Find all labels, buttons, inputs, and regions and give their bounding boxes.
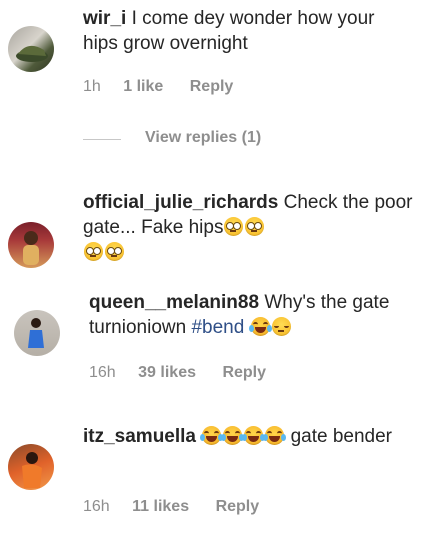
comment-body: official_julie_richards Check the poor g… — [83, 190, 413, 265]
avatar[interactable] — [14, 310, 60, 356]
laughing-tears-emoji-icon — [248, 317, 272, 336]
laughing-tears-emoji-icon — [221, 426, 245, 445]
timestamp: 16h — [89, 364, 116, 381]
laughing-tears-emoji-icon — [263, 426, 287, 445]
woman-image-icon — [23, 231, 39, 265]
comment-body: itz_samuella gate bender — [83, 424, 413, 449]
pensive-emoji-icon — [271, 317, 291, 336]
avatar[interactable] — [8, 26, 54, 72]
shoe-image-icon — [16, 45, 48, 62]
comment-text: gate bender — [290, 426, 392, 447]
comment-text: I come dey wonder how your hips grow ove… — [83, 8, 375, 54]
replies-divider — [83, 139, 121, 140]
comment-meta: 1h 1 like Reply — [83, 78, 233, 96]
blue-dress-image-icon — [28, 318, 44, 348]
likes-count[interactable]: 1 like — [123, 78, 163, 96]
eye-roll-emoji-icon — [224, 217, 244, 236]
timestamp: 1h — [83, 78, 101, 95]
comment-meta: 16h 11 likes Reply — [83, 498, 259, 516]
avatar[interactable] — [8, 444, 54, 490]
reply-button[interactable]: Reply — [222, 364, 266, 382]
username[interactable]: official_julie_richards — [83, 192, 278, 213]
likes-count[interactable]: 39 likes — [138, 364, 196, 382]
username[interactable]: wir_i — [83, 8, 126, 29]
eye-roll-emoji-icon — [105, 242, 124, 261]
username[interactable]: queen__melanin88 — [89, 292, 259, 313]
timestamp: 16h — [83, 498, 110, 515]
likes-count[interactable]: 11 likes — [132, 498, 189, 516]
laughing-tears-emoji-icon — [242, 426, 266, 445]
avatar[interactable] — [8, 222, 54, 268]
orange-image-icon — [22, 452, 42, 488]
username[interactable]: itz_samuella — [83, 426, 196, 447]
hashtag-link[interactable]: #bend — [191, 317, 244, 338]
eye-roll-emoji-icon — [245, 217, 265, 236]
comment-body: queen__melanin88 Why's the gate turnioni… — [89, 290, 419, 340]
laughing-tears-emoji-icon — [200, 426, 224, 445]
eye-roll-emoji-icon — [84, 242, 103, 261]
view-replies-button[interactable]: View replies (1) — [145, 129, 261, 147]
reply-button[interactable]: Reply — [216, 498, 260, 516]
comment-body: wir_i I come dey wonder how your hips gr… — [83, 6, 413, 56]
reply-button[interactable]: Reply — [190, 78, 234, 96]
comment-meta: 16h 39 likes Reply — [89, 364, 266, 382]
